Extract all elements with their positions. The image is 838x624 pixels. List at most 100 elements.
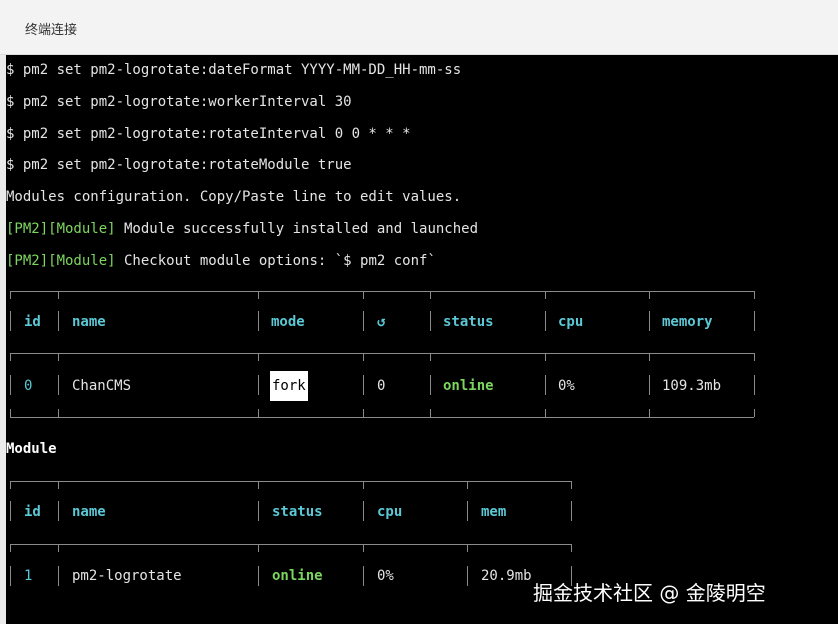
table-border	[258, 353, 259, 361]
table-border	[545, 353, 546, 361]
table-border	[258, 291, 259, 299]
table-border	[58, 375, 59, 395]
column-header-id: id	[24, 314, 41, 330]
table-border	[649, 291, 650, 299]
pm2-message: Module successfully installed and launch…	[115, 221, 479, 237]
table-border	[545, 291, 546, 299]
table-border	[545, 409, 546, 417]
table-border	[10, 481, 571, 482]
module-id: 1	[24, 568, 33, 584]
table-border	[649, 311, 650, 331]
module-header-name: name	[72, 504, 106, 520]
module-cpu: 0%	[377, 568, 394, 584]
terminal-line: $ pm2 set pm2-logrotate:rotateModule tru…	[6, 157, 352, 173]
pm2-module-tag: [PM2][Module]	[6, 221, 116, 237]
table-border	[258, 481, 259, 489]
column-header-restarts: ↺	[377, 314, 386, 330]
table-border	[58, 353, 59, 361]
table-border	[58, 501, 59, 521]
process-memory: 109.3mb	[662, 378, 722, 394]
pm2-status-line: [PM2][Module] Module successfully instal…	[6, 220, 478, 238]
table-border	[363, 501, 364, 521]
table-border	[430, 375, 431, 395]
module-header-mem: mem	[481, 504, 507, 520]
table-border	[10, 311, 11, 331]
table-border	[363, 481, 364, 489]
table-border	[754, 311, 755, 331]
table-border	[571, 481, 572, 489]
process-restarts: 0	[377, 378, 386, 394]
table-border	[430, 409, 431, 417]
table-border	[649, 353, 650, 361]
column-header-cpu: cpu	[558, 314, 584, 330]
terminal-output[interactable]: $ pm2 set pm2-logrotate:dateFormat YYYY-…	[6, 55, 838, 624]
table-border	[258, 566, 259, 586]
column-header-memory: memory	[662, 314, 713, 330]
process-id: 0	[24, 378, 33, 394]
table-border	[10, 375, 11, 395]
table-border	[258, 375, 259, 395]
terminal-line: $ pm2 set pm2-logrotate:dateFormat YYYY-…	[6, 62, 462, 78]
terminal-line: $ pm2 set pm2-logrotate:workerInterval 3…	[6, 94, 352, 110]
table-border	[430, 291, 431, 299]
table-border	[363, 544, 364, 552]
process-mode-selected: fork	[270, 371, 308, 401]
module-status: online	[272, 568, 323, 584]
module-header-status: status	[272, 504, 323, 520]
table-border	[258, 409, 259, 417]
table-border	[363, 409, 364, 417]
table-border	[258, 544, 259, 552]
table-border	[58, 291, 59, 299]
table-border	[430, 353, 431, 361]
table-border	[58, 409, 59, 417]
process-cpu: 0%	[558, 378, 575, 394]
pm2-module-tag: [PM2][Module]	[6, 253, 116, 269]
module-mem: 20.9mb	[481, 568, 532, 584]
terminal-line: Modules configuration. Copy/Paste line t…	[6, 189, 462, 205]
table-border	[649, 375, 650, 395]
terminal-line: $ pm2 set pm2-logrotate:rotateInterval 0…	[6, 126, 411, 142]
table-border	[363, 375, 364, 395]
process-status: online	[443, 378, 494, 394]
column-header-mode: mode	[271, 314, 305, 330]
table-border	[10, 353, 754, 354]
pm2-status-line: [PM2][Module] Checkout module options: `…	[6, 252, 436, 270]
table-border	[571, 544, 572, 552]
table-border	[754, 375, 755, 395]
table-border	[258, 501, 259, 521]
module-name: pm2-logrotate	[72, 568, 182, 584]
module-header-cpu: cpu	[377, 504, 403, 520]
process-name: ChanCMS	[72, 378, 132, 394]
table-border	[363, 311, 364, 331]
pm2-message: Checkout module options: `$ pm2 conf`	[115, 253, 436, 269]
column-header-status: status	[443, 314, 494, 330]
watermark: 掘金技术社区 @ 金陵明空	[533, 581, 766, 605]
window-titlebar: 终端连接	[0, 0, 838, 55]
table-border	[467, 501, 468, 521]
table-border	[258, 311, 259, 331]
table-border	[10, 544, 11, 552]
table-border	[649, 409, 650, 417]
table-border	[467, 544, 468, 552]
table-border	[363, 353, 364, 361]
column-header-name: name	[72, 314, 106, 330]
table-border	[754, 291, 755, 299]
table-border	[545, 311, 546, 331]
table-border	[58, 311, 59, 331]
table-border	[545, 375, 546, 395]
table-border	[10, 501, 11, 521]
table-border	[467, 566, 468, 586]
table-border	[363, 291, 364, 299]
table-border	[10, 566, 11, 586]
table-border	[430, 311, 431, 331]
table-border	[10, 291, 754, 292]
module-header-id: id	[24, 504, 41, 520]
table-border	[10, 544, 571, 545]
table-border	[571, 501, 572, 521]
table-border	[10, 353, 11, 361]
table-border	[58, 566, 59, 586]
table-border	[58, 481, 59, 489]
table-border	[363, 566, 364, 586]
table-border	[58, 544, 59, 552]
table-border	[10, 417, 754, 418]
